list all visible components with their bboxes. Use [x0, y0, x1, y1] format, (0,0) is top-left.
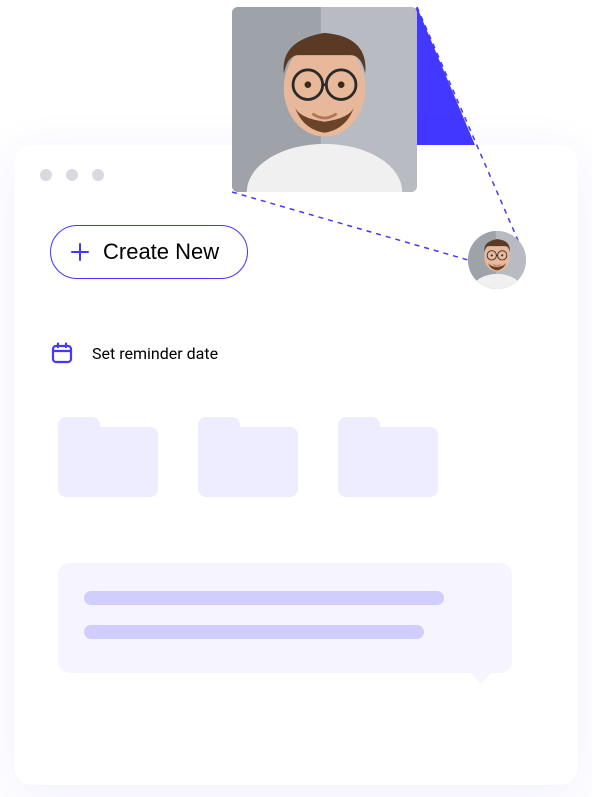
avatar[interactable] — [468, 231, 526, 289]
window-dot — [40, 169, 52, 181]
folder-item[interactable] — [198, 417, 298, 497]
window-dot — [66, 169, 78, 181]
set-reminder-row[interactable]: Set reminder date — [50, 341, 218, 365]
placeholder-line — [84, 625, 424, 639]
create-new-label: Create New — [103, 239, 219, 265]
avatar-zoomed — [232, 7, 417, 192]
create-new-button[interactable]: Create New — [50, 225, 248, 279]
window-dot — [92, 169, 104, 181]
message-bubble — [58, 563, 512, 673]
app-window: Create New Set reminder date — [14, 145, 578, 785]
plus-icon — [69, 241, 91, 263]
folder-item[interactable] — [58, 417, 158, 497]
folder-item[interactable] — [338, 417, 438, 497]
placeholder-line — [84, 591, 444, 605]
window-controls — [40, 169, 104, 181]
folder-row — [58, 417, 438, 497]
set-reminder-label: Set reminder date — [92, 344, 218, 363]
calendar-icon — [50, 341, 74, 365]
